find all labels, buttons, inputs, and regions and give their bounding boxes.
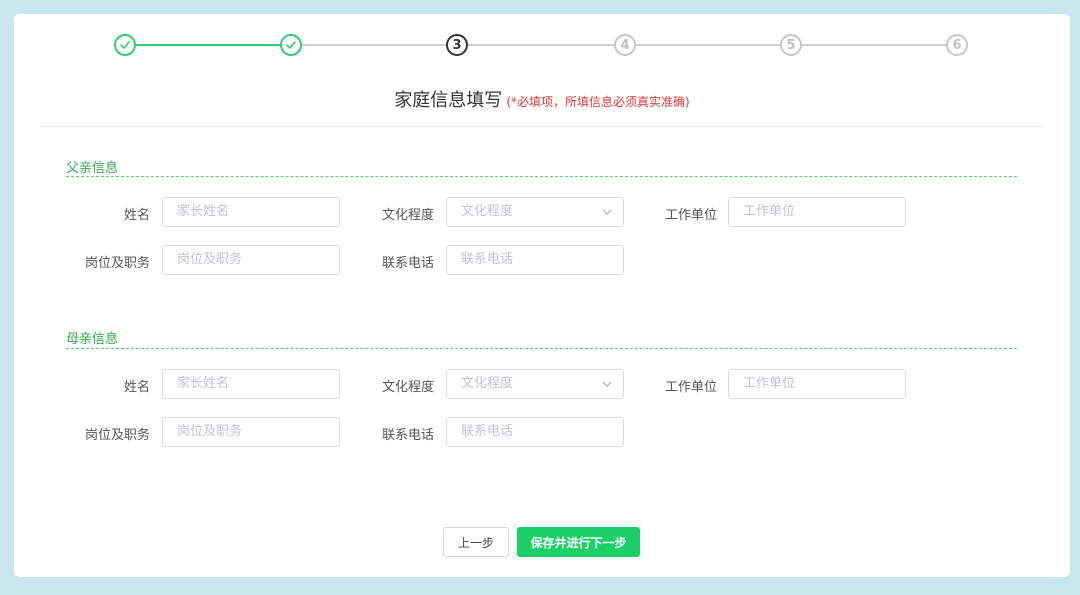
father-education-value: 文化程度 bbox=[461, 204, 514, 219]
step-connector-4 bbox=[636, 44, 780, 46]
mother-education-label: 文化程度 bbox=[381, 380, 434, 395]
step-3[interactable]: 3 bbox=[446, 34, 468, 56]
mother-employer-input[interactable]: 工作单位 bbox=[728, 369, 906, 399]
chevron-down-icon bbox=[602, 209, 612, 215]
form-card: 3 4 5 6 家庭信息填写 (*必填项，所填信息必须真实准确) 父亲信息 姓名 … bbox=[14, 14, 1070, 577]
father-education-select[interactable]: 文化程度 bbox=[446, 197, 624, 227]
father-education-label: 文化程度 bbox=[381, 208, 434, 223]
step-connector-5 bbox=[802, 44, 946, 46]
step-connector-3 bbox=[468, 44, 614, 46]
mother-position-label: 岗位及职务 bbox=[84, 428, 150, 443]
prev-step-button[interactable]: 上一步 bbox=[443, 527, 509, 557]
mother-name-label: 姓名 bbox=[123, 380, 150, 395]
step-2[interactable] bbox=[280, 34, 302, 56]
step-5[interactable]: 5 bbox=[780, 34, 802, 56]
check-icon bbox=[286, 41, 296, 49]
father-section-divider bbox=[66, 176, 1017, 177]
mother-employer-label: 工作单位 bbox=[664, 380, 717, 395]
father-position-input[interactable]: 岗位及职务 bbox=[162, 245, 340, 275]
step-6[interactable]: 6 bbox=[946, 34, 968, 56]
father-phone-input[interactable]: 联系电话 bbox=[446, 245, 624, 275]
mother-phone-input[interactable]: 联系电话 bbox=[446, 417, 624, 447]
father-section-title: 父亲信息 bbox=[66, 161, 119, 176]
page-title: 家庭信息填写 bbox=[394, 90, 503, 111]
required-note: (*必填项，所填信息必须真实准确) bbox=[506, 95, 690, 109]
mother-phone-label: 联系电话 bbox=[381, 428, 434, 443]
title-divider bbox=[42, 126, 1042, 127]
mother-section-title: 母亲信息 bbox=[66, 332, 119, 347]
mother-education-select[interactable]: 文化程度 bbox=[446, 369, 624, 399]
save-and-next-button[interactable]: 保存并进行下一步 bbox=[517, 527, 640, 557]
father-position-label: 岗位及职务 bbox=[84, 256, 150, 271]
father-name-input[interactable]: 家长姓名 bbox=[162, 197, 340, 227]
page-title-row: 家庭信息填写 (*必填项，所填信息必须真实准确) bbox=[14, 86, 1070, 112]
father-employer-input[interactable]: 工作单位 bbox=[728, 197, 906, 227]
step-1[interactable] bbox=[114, 34, 136, 56]
mother-position-input[interactable]: 岗位及职务 bbox=[162, 417, 340, 447]
father-phone-label: 联系电话 bbox=[381, 256, 434, 271]
step-connector-2 bbox=[302, 44, 446, 46]
progress-stepper: 3 4 5 6 bbox=[14, 14, 1070, 74]
step-4[interactable]: 4 bbox=[614, 34, 636, 56]
father-employer-label: 工作单位 bbox=[664, 208, 717, 223]
mother-section-divider bbox=[66, 348, 1017, 349]
mother-name-input[interactable]: 家长姓名 bbox=[162, 369, 340, 399]
mother-education-value: 文化程度 bbox=[461, 376, 514, 391]
chevron-down-icon bbox=[602, 381, 612, 387]
father-name-label: 姓名 bbox=[123, 208, 150, 223]
check-icon bbox=[120, 41, 130, 49]
step-connector-1 bbox=[136, 44, 280, 46]
